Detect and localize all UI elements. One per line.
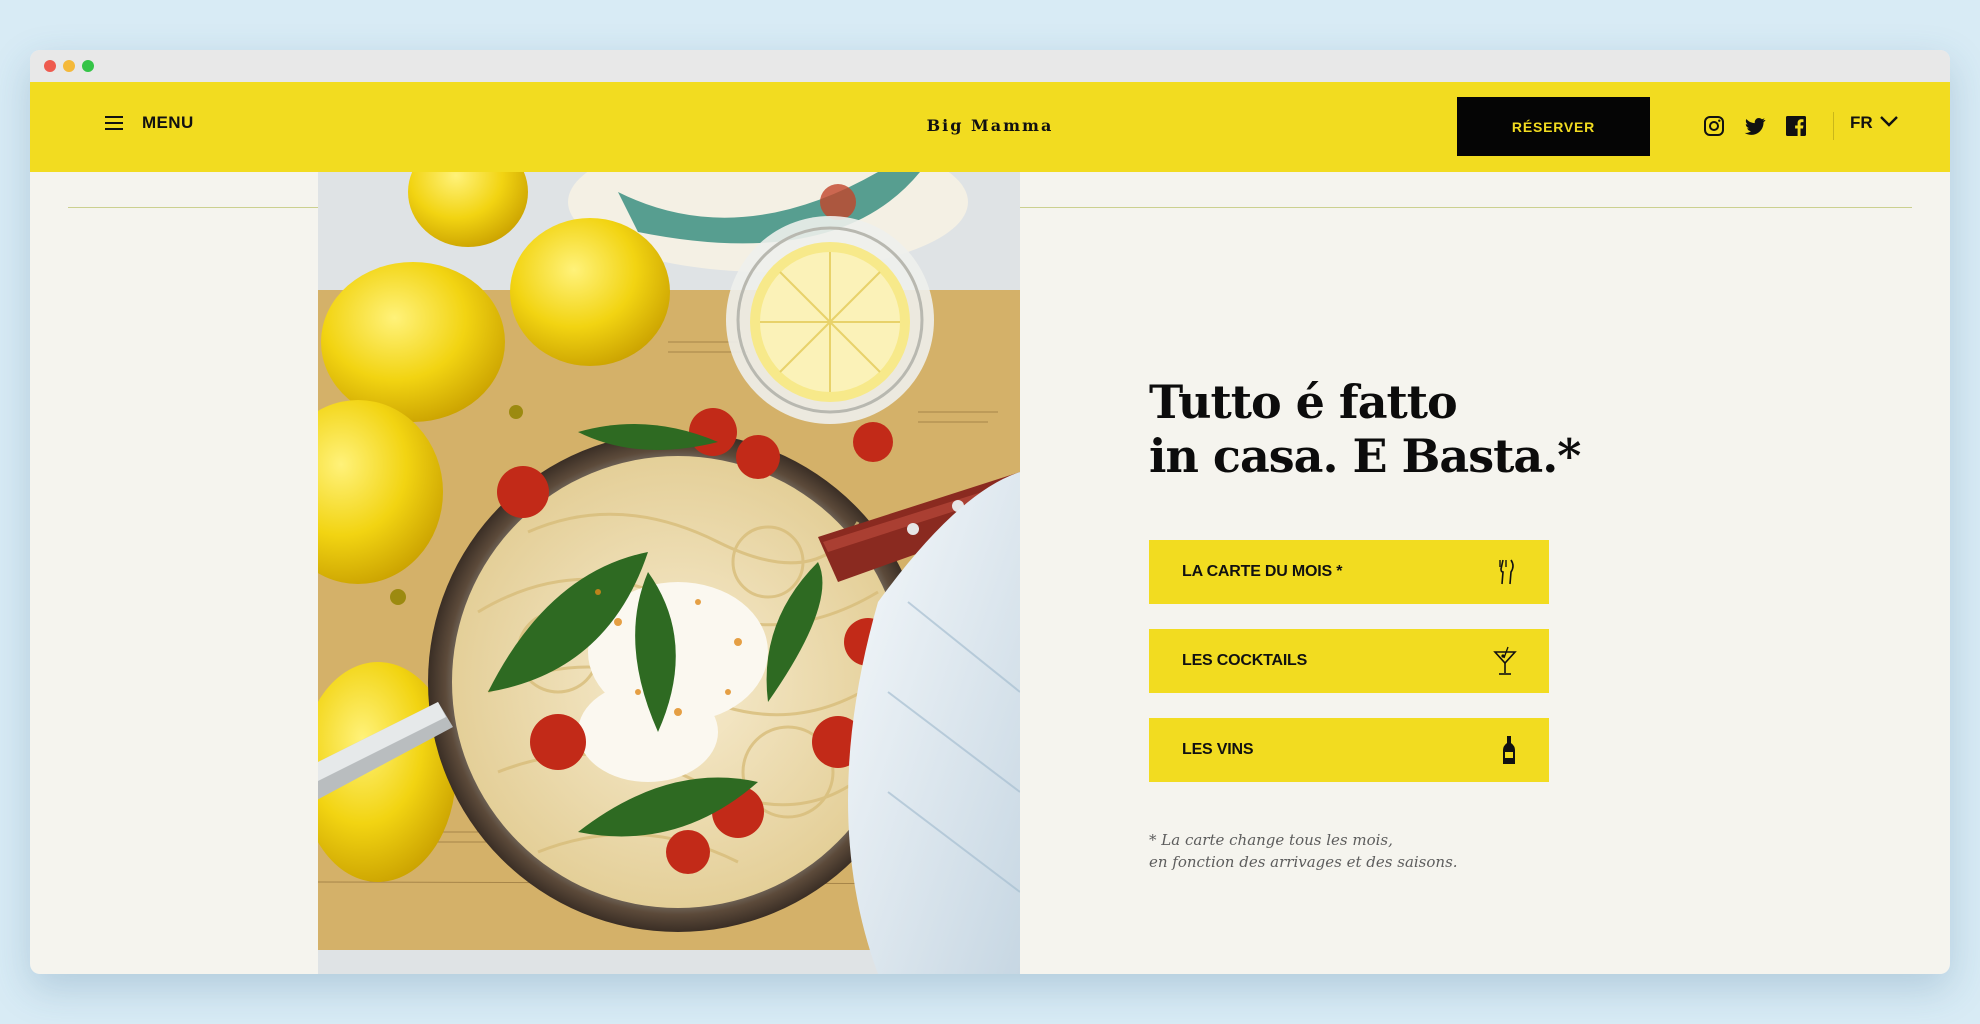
twitter-icon[interactable] — [1743, 114, 1767, 138]
menu-link-cocktails[interactable]: LES COCKTAILS — [1149, 629, 1549, 693]
menu-footnote: * La carte change tous les mois, en fonc… — [1149, 829, 1458, 873]
hero-headline: Tutto é fatto in casa. E Basta.* — [1149, 375, 1581, 483]
browser-window: MENU Big Mamma RÉSERVER FR Tutto é fatto… — [30, 50, 1950, 974]
minimize-window-button[interactable] — [63, 60, 75, 72]
reserve-button[interactable]: RÉSERVER — [1457, 97, 1650, 156]
headline-line-1: Tutto é fatto — [1149, 375, 1458, 429]
cocktail-icon — [1493, 646, 1517, 676]
maximize-window-button[interactable] — [82, 60, 94, 72]
facebook-icon[interactable] — [1784, 114, 1808, 138]
menu-link-label: LES COCKTAILS — [1182, 652, 1308, 669]
logo-text: Big Mamma — [926, 116, 1054, 135]
menu-link-carte-du-mois[interactable]: LA CARTE DU MOIS * — [1149, 540, 1549, 604]
pasta-with-lemons-photo — [318, 172, 1020, 974]
language-selector[interactable]: FR — [1850, 113, 1899, 133]
menu-link-vins[interactable]: LES VINS — [1149, 718, 1549, 782]
close-window-button[interactable] — [44, 60, 56, 72]
footnote-line-2: en fonction des arrivages et des saisons… — [1149, 853, 1458, 871]
wine-bottle-icon — [1501, 735, 1517, 765]
menu-link-label: LES VINS — [1182, 741, 1254, 758]
site-header: MENU Big Mamma RÉSERVER FR — [30, 82, 1950, 172]
cutlery-icon — [1495, 558, 1517, 586]
site-logo[interactable]: Big Mamma — [30, 116, 1950, 135]
instagram-icon[interactable] — [1702, 114, 1726, 138]
menu-link-label: LA CARTE DU MOIS * — [1182, 563, 1343, 580]
window-titlebar — [30, 50, 1950, 82]
header-divider — [1833, 112, 1834, 140]
chevron-down-icon — [1879, 114, 1899, 133]
footnote-line-1: * La carte change tous les mois, — [1149, 831, 1393, 849]
language-label: FR — [1850, 113, 1873, 132]
headline-line-2: in casa. E Basta.* — [1149, 429, 1581, 483]
